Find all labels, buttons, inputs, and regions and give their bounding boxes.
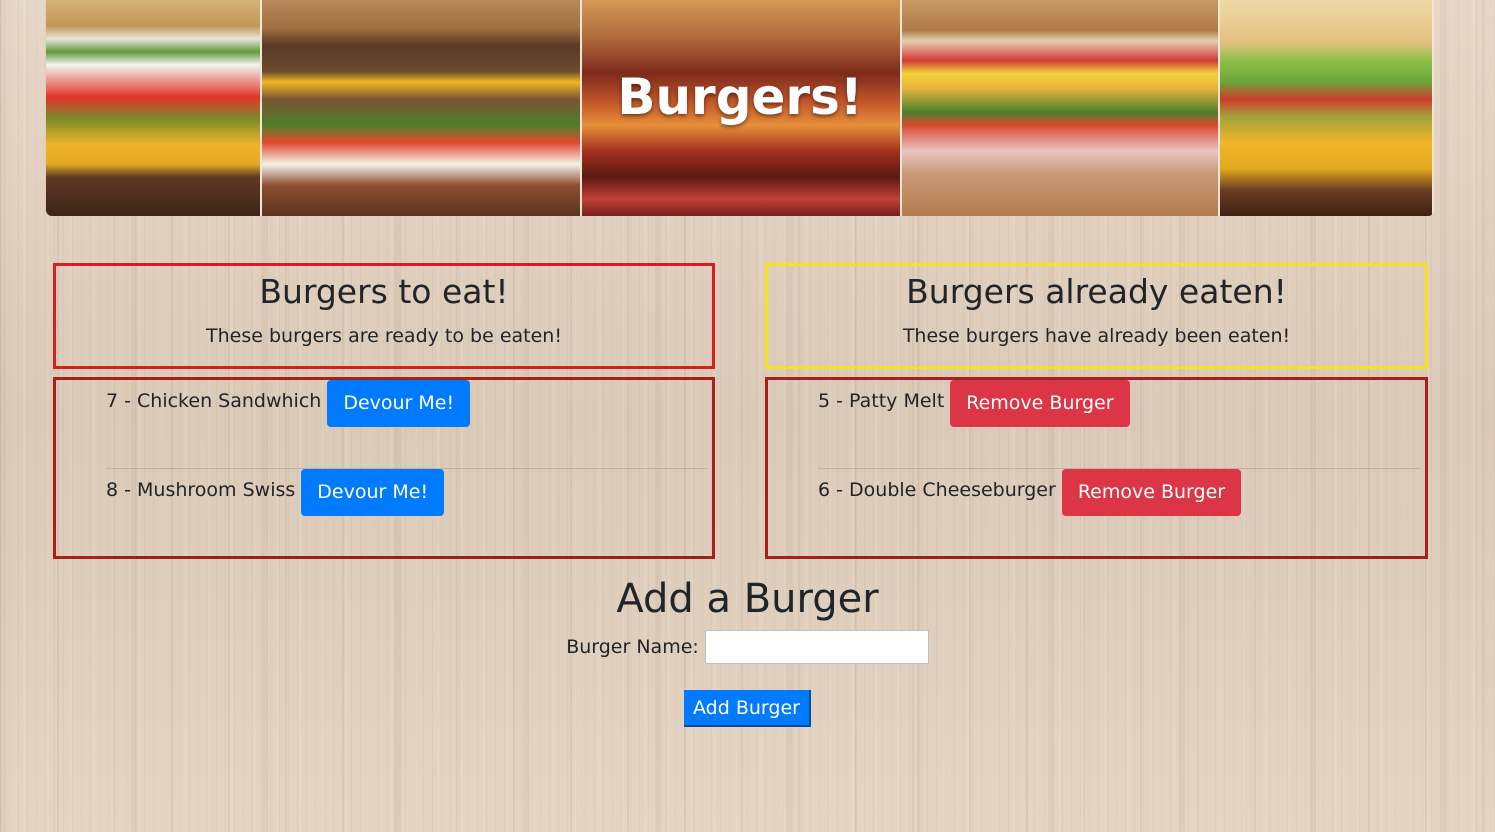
- burger-label: 8 - Mushroom Swiss: [106, 479, 296, 501]
- add-burger-form: Add a Burger Burger Name: Add Burger: [0, 574, 1495, 727]
- to-eat-heading: Burgers to eat!: [259, 272, 509, 311]
- remove-burger-button[interactable]: Remove Burger: [950, 380, 1130, 427]
- to-eat-list: 7 - Chicken Sandwhich Devour Me! 8 - Mus…: [53, 377, 715, 559]
- devour-button[interactable]: Devour Me!: [301, 469, 445, 516]
- add-burger-heading: Add a Burger: [616, 576, 879, 622]
- burger-label: 6 - Double Cheeseburger: [818, 479, 1056, 501]
- eaten-list: 5 - Patty Melt Remove Burger 6 - Double …: [765, 377, 1428, 559]
- eaten-header: Burgers already eaten! These burgers hav…: [765, 263, 1428, 369]
- eaten-subtitle: These burgers have already been eaten!: [902, 325, 1291, 347]
- list-item: 6 - Double Cheeseburger Remove Burger: [818, 469, 1420, 558]
- burger-name-input[interactable]: [704, 630, 929, 664]
- list-item: 8 - Mushroom Swiss Devour Me!: [106, 469, 707, 558]
- eaten-heading: Burgers already eaten!: [906, 272, 1287, 311]
- burger-name-label: Burger Name:: [566, 636, 699, 658]
- to-eat-header: Burgers to eat! These burgers are ready …: [53, 263, 715, 369]
- remove-burger-button[interactable]: Remove Burger: [1061, 469, 1242, 516]
- to-eat-subtitle: These burgers are ready to be eaten!: [206, 325, 562, 347]
- list-item: 5 - Patty Melt Remove Burger: [818, 380, 1420, 469]
- list-item: 7 - Chicken Sandwhich Devour Me!: [106, 380, 707, 469]
- header-banner: Burgers!: [46, 0, 1434, 216]
- add-burger-button[interactable]: Add Burger: [684, 690, 811, 727]
- burger-label: 7 - Chicken Sandwhich: [106, 390, 322, 412]
- burger-label: 5 - Patty Melt: [818, 390, 945, 412]
- devour-button[interactable]: Devour Me!: [327, 380, 471, 427]
- page-title: Burgers!: [617, 68, 863, 126]
